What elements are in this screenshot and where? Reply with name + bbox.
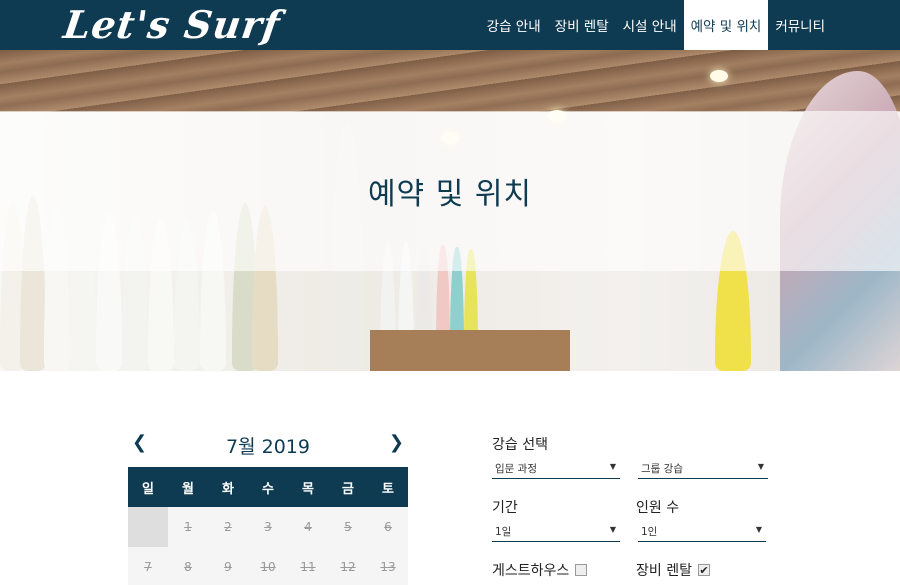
guesthouse-checkbox[interactable] (575, 564, 588, 576)
calendar-day: 6 (368, 507, 408, 547)
weekday-mon: 월 (168, 467, 208, 507)
calendar-day: 11 (288, 547, 328, 585)
calendar-day: 7 (128, 547, 168, 585)
caret-down-icon: ▼ (609, 462, 616, 471)
page-title: 예약 및 위치 (367, 177, 533, 212)
rental-option: 장비 렌탈 ✔ (636, 560, 710, 580)
guesthouse-option: 게스트하우스 (492, 560, 588, 580)
weekday-fri: 금 (328, 467, 368, 507)
calendar-day: 2 (208, 507, 248, 547)
lesson-select-label: 강습 선택 (492, 437, 548, 453)
ceiling-lamp (710, 70, 728, 82)
period-select[interactable]: 1일 ▼ (492, 520, 620, 542)
calendar-week-row: 1 2 3 4 5 6 (128, 507, 408, 547)
nav-item-community[interactable]: 커뮤니티 (768, 0, 832, 50)
calendar-day: 3 (248, 507, 288, 547)
calendar-day: 1 (168, 507, 208, 547)
rental-checkbox[interactable]: ✔ (697, 564, 710, 576)
course-select[interactable]: 입문 과정 ▼ (492, 457, 620, 479)
calendar-grid: 일 월 화 수 목 금 토 1 2 3 4 5 6 7 8 9 10 11 12… (128, 467, 408, 585)
rental-label: 장비 렌탈 (636, 563, 692, 579)
chevron-right-icon[interactable]: ❯ (389, 432, 404, 453)
group-select[interactable]: 그룹 강습 ▼ (638, 457, 768, 479)
nav-item-rental[interactable]: 장비 렌탈 (548, 0, 616, 50)
nav-item-reservation[interactable]: 예약 및 위치 (683, 0, 769, 50)
weekday-thu: 목 (288, 467, 328, 507)
caret-down-icon: ▼ (757, 462, 764, 471)
weekday-tue: 화 (208, 467, 248, 507)
caret-down-icon: ▼ (755, 525, 762, 534)
nav-item-lessons[interactable]: 강습 안내 (480, 0, 548, 50)
period-select-value: 1일 (495, 526, 512, 538)
main-nav: 강습 안내 장비 렌탈 시설 안내 예약 및 위치 커뮤니티 (480, 0, 832, 50)
nav-item-facilities[interactable]: 시설 안내 (616, 0, 684, 50)
calendar-day: 8 (168, 547, 208, 585)
calendar-weekday-row: 일 월 화 수 목 금 토 (128, 467, 408, 507)
weekday-sat: 토 (368, 467, 408, 507)
course-select-value: 입문 과정 (495, 463, 537, 475)
calendar-day: 10 (248, 547, 288, 585)
site-header: Let's Surf 강습 안내 장비 렌탈 시설 안내 예약 및 위치 커뮤니… (0, 0, 900, 50)
hero-title-band: 예약 및 위치 (0, 111, 900, 271)
calendar-day: 12 (328, 547, 368, 585)
calendar-day-empty (128, 507, 168, 547)
calendar-header: ❮ 7월 2019 ❯ (128, 430, 408, 460)
calendar-month-label: 7월 2019 (226, 436, 310, 458)
calendar-week-row: 7 8 9 10 11 12 13 (128, 547, 408, 585)
people-select-value: 1인 (641, 526, 658, 538)
calendar-day: 4 (288, 507, 328, 547)
calendar-day: 13 (368, 547, 408, 585)
people-select[interactable]: 1인 ▼ (638, 520, 766, 542)
group-select-value: 그룹 강습 (641, 463, 683, 475)
calendar-day: 5 (328, 507, 368, 547)
site-logo[interactable]: Let's Surf (61, 2, 283, 47)
guesthouse-label: 게스트하우스 (492, 563, 570, 579)
weekday-sun: 일 (128, 467, 168, 507)
hero-counter (370, 330, 570, 371)
weekday-wed: 수 (248, 467, 288, 507)
calendar-day: 9 (208, 547, 248, 585)
period-label: 기간 (492, 500, 518, 516)
people-label: 인원 수 (636, 500, 680, 516)
hero-banner: 예약 및 위치 (0, 50, 900, 371)
caret-down-icon: ▼ (609, 525, 616, 534)
